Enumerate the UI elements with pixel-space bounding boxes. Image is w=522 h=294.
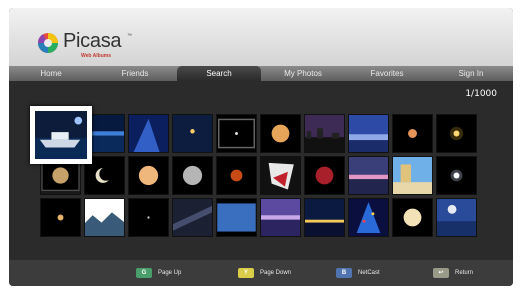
remote-key-page-up-icon: G xyxy=(136,268,152,278)
footer-hints: G Page Up Y Page Down B NetCast ↩ Return xyxy=(9,260,513,286)
tab-my-photos[interactable]: My Photos xyxy=(261,66,345,81)
tab-search[interactable]: Search xyxy=(177,66,261,81)
photo-thumbnail-glowing-moon[interactable] xyxy=(436,114,477,153)
tab-favorites[interactable]: Favorites xyxy=(345,66,429,81)
header: Picasa ™ Web Albums xyxy=(9,8,513,66)
photo-thumbnail-pink-horizon[interactable] xyxy=(348,156,389,195)
photo-thumbnail-purple-sunset[interactable] xyxy=(260,198,301,237)
photo-thumbnail-yacht-night[interactable] xyxy=(30,106,92,164)
app-window: Picasa ™ Web Albums Home Friends Search My … xyxy=(9,8,513,286)
hint-page-up[interactable]: G Page Up xyxy=(136,268,181,278)
photo-thumbnail-bright-star[interactable] xyxy=(436,156,477,195)
photo-thumbnail-small-moon-orange[interactable] xyxy=(392,114,433,153)
photo-thumbnail-dark-dot-framed[interactable] xyxy=(216,114,257,153)
photo-thumbnail-blue-glow[interactable] xyxy=(128,114,169,153)
photo-thumbnail-abstract-red[interactable] xyxy=(260,156,301,195)
app-subtitle: Web Albums xyxy=(81,53,112,59)
hint-label: Page Up xyxy=(158,270,182,276)
photo-thumbnail-blue-panel[interactable] xyxy=(216,198,257,237)
hint-label: Return xyxy=(455,270,474,276)
photo-thumbnail-full-moon-orange[interactable] xyxy=(260,114,301,153)
hint-return[interactable]: ↩ Return xyxy=(433,268,473,278)
photo-thumbnail-full-moon-peach[interactable] xyxy=(128,156,169,195)
photo-thumbnail-blood-moon[interactable] xyxy=(304,156,345,195)
tab-sign-in[interactable]: Sign In xyxy=(429,66,513,81)
photo-thumbnail-tiny-moon[interactable] xyxy=(40,198,81,237)
tab-home[interactable]: Home xyxy=(9,66,93,81)
photo-thumbnail-milky-way[interactable] xyxy=(172,198,213,237)
hint-page-down[interactable]: Y Page Down xyxy=(238,268,291,278)
page-indicator: 1/1000 xyxy=(465,89,497,99)
photo-thumbnail-cityscape-dusk[interactable] xyxy=(304,114,345,153)
trademark: ™ xyxy=(127,33,132,39)
photo-thumbnail-christmas-lights[interactable] xyxy=(348,198,389,237)
photo-thumbnail-beach-huts[interactable] xyxy=(392,156,433,195)
photo-thumbnail-moon-blue-sky[interactable] xyxy=(436,198,477,237)
nav-bar: Home Friends Search My Photos Favorites Sign … xyxy=(9,66,513,81)
photo-thumbnail-blue-sky-clouds[interactable] xyxy=(348,114,389,153)
photo-thumbnail-dark-sky-dot[interactable] xyxy=(128,198,169,237)
hint-netcast[interactable]: B NetCast xyxy=(336,268,380,278)
photo-thumbnail-moon-cream[interactable] xyxy=(392,198,433,237)
picasa-pinwheel-icon xyxy=(37,33,58,53)
hint-label: NetCast xyxy=(358,270,380,276)
app-name: Picasa xyxy=(63,30,122,52)
photo-thumbnail-mountain-landscape[interactable] xyxy=(84,198,125,237)
photo-grid xyxy=(30,106,490,240)
remote-key-netcast-icon: B xyxy=(336,268,352,278)
remote-key-return-icon: ↩ xyxy=(433,268,449,278)
photo-thumbnail-red-moon[interactable] xyxy=(216,156,257,195)
hint-label: Page Down xyxy=(260,270,292,276)
photo-thumbnail-night-blue-moon[interactable] xyxy=(172,114,213,153)
photo-thumbnail-full-moon-grey[interactable] xyxy=(172,156,213,195)
tab-friends[interactable]: Friends xyxy=(93,66,177,81)
photo-thumbnail-city-lights[interactable] xyxy=(304,198,345,237)
remote-key-page-down-icon: Y xyxy=(238,268,254,278)
